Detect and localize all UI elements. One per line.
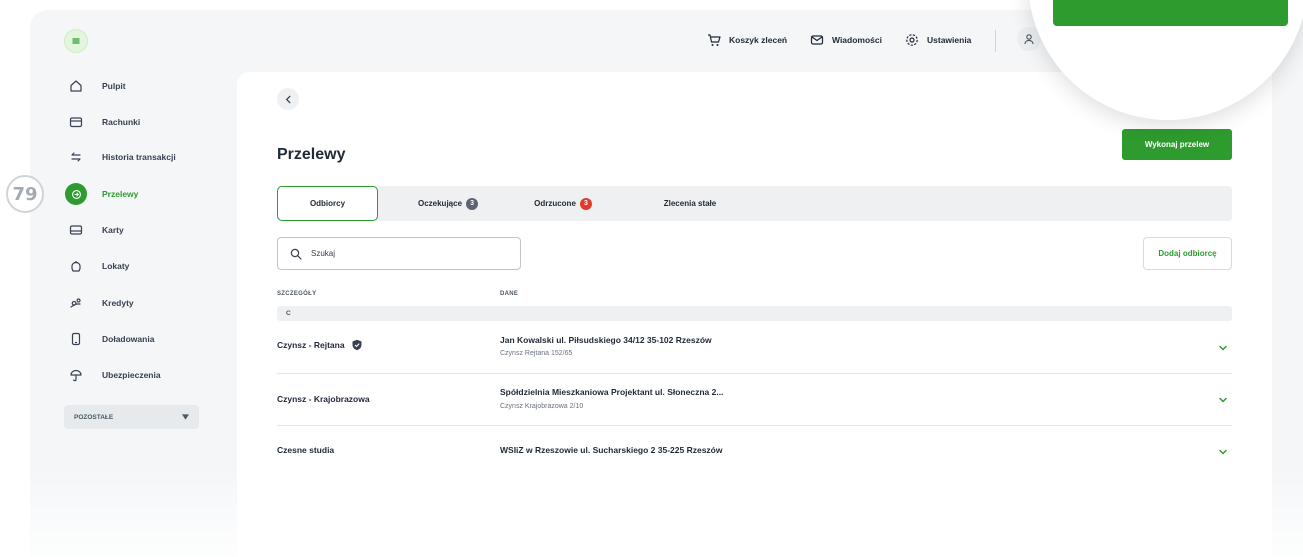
arrows-exchange-icon	[64, 146, 88, 168]
umbrella-icon	[64, 364, 88, 386]
sidebar-item-doladowania[interactable]: Doładowania	[64, 328, 154, 350]
magnified-button	[1053, 0, 1288, 26]
cart-icon	[708, 34, 721, 46]
sidebar-item-label: Kredyty	[102, 298, 134, 308]
group-header: C	[277, 306, 1232, 321]
cart-link[interactable]: Koszyk zleceń	[707, 30, 787, 50]
tabs-bar: Odbiorcy Oczekujące 3 Odrzucone 3 Zlecen…	[277, 186, 1232, 221]
tab-odrzucone[interactable]: Odrzucone 3	[515, 186, 611, 221]
sidebar-item-label: Ubezpieczenia	[102, 370, 161, 380]
tab-label: Odrzucone	[534, 199, 576, 208]
sidebar-item-pulpit[interactable]: Pulpit	[64, 75, 126, 97]
recipient-data: Spółdzielnia Mieszkaniowa Projektant ul.…	[500, 387, 724, 397]
tab-label: Odbiorcy	[309, 199, 346, 208]
recipient-title: Czynsz Rejtana 152/65	[500, 350, 573, 357]
make-transfer-button[interactable]: Wykonaj przelew	[1122, 129, 1232, 160]
search-input[interactable]: Szukaj	[277, 237, 521, 270]
recipient-data: Jan Kowalski ul. Piłsudskiego 34/12 35-1…	[500, 335, 712, 345]
search-placeholder: Szukaj	[311, 249, 336, 258]
tab-odbiorcy[interactable]: Odbiorcy	[277, 186, 378, 221]
settings-link[interactable]: Ustawienia	[905, 30, 971, 50]
tab-label: Zlecenia stałe	[663, 199, 717, 208]
add-recipient-button[interactable]: Dodaj odbiorcę	[1143, 237, 1232, 270]
sidebar-item-przelewy[interactable]: Przelewy	[64, 183, 138, 205]
sidebar-item-karty[interactable]: Karty	[64, 219, 124, 241]
wallet-icon	[64, 111, 88, 133]
back-button[interactable]	[277, 88, 299, 110]
sidebar-item-label: Doładowania	[102, 334, 155, 344]
user-icon	[1024, 34, 1034, 45]
sidebar-item-label: Lokaty	[102, 261, 130, 271]
envelope-icon	[810, 35, 824, 45]
sidebar-item-label: Pulpit	[102, 81, 126, 91]
table-row[interactable]: Czynsz - Krajobrazowa Spółdzielnia Miesz…	[277, 374, 1232, 426]
tab-oczekujace[interactable]: Oczekujące 3	[395, 186, 501, 221]
coins-icon	[64, 292, 88, 314]
column-header-details: SZCZEGÓŁY	[277, 291, 317, 297]
recipient-name: Czynsz - Krajobrazowa	[277, 394, 370, 404]
more-dropdown[interactable]: POZOSTAŁE	[64, 405, 199, 429]
tab-label: Oczekujące	[417, 199, 463, 208]
step-number-badge: 79	[6, 175, 44, 213]
search-icon	[290, 248, 302, 260]
sidebar-item-label: Rachunki	[102, 117, 141, 127]
page-title: Przelewy	[277, 146, 346, 163]
sidebar-item-label: Przelewy	[102, 189, 139, 199]
chevron-down-icon[interactable]	[1218, 395, 1228, 405]
recipient-name: Czesne studia	[277, 445, 335, 455]
caret-down-icon	[182, 414, 189, 420]
row-name: Czesne studia	[277, 445, 334, 455]
transfer-icon-wrap	[64, 183, 88, 205]
gear-icon	[906, 34, 918, 46]
table-row[interactable]: Czynsz - Rejtana Jan Kowalski ul. Piłsud…	[277, 322, 1232, 374]
home-icon	[64, 75, 88, 97]
nav-divider	[995, 30, 996, 52]
sidebar-item-label: Historia transakcji	[102, 152, 176, 162]
sidebar-item-historia[interactable]: Historia transakcji	[64, 146, 176, 168]
more-dropdown-label: POZOSTAŁE	[74, 413, 114, 421]
recipient-name: Czynsz - Rejtana	[277, 340, 345, 350]
chevron-left-icon	[285, 95, 290, 103]
phone-icon	[64, 328, 88, 350]
chevron-down-icon[interactable]	[1218, 447, 1228, 457]
table-row[interactable]: Czesne studia WSIiZ w Rzeszowie ul. Such…	[277, 426, 1232, 478]
sidebar-item-kredyty[interactable]: Kredyty	[64, 292, 134, 314]
sidebar-item-label: Karty	[102, 225, 124, 235]
settings-label: Ustawienia	[927, 35, 972, 45]
shield-check-icon	[352, 339, 362, 351]
sidebar-item-ubezpieczenia[interactable]: Ubezpieczenia	[64, 364, 161, 386]
transfer-arrow-icon	[65, 183, 87, 205]
row-name: Czynsz - Rejtana	[277, 339, 363, 351]
column-header-data: DANE	[500, 291, 519, 297]
messages-label: Wiadomości	[832, 35, 882, 45]
pending-count-badge: 3	[466, 197, 479, 210]
card-icon	[64, 219, 88, 241]
sidebar-item-lokaty[interactable]: Lokaty	[64, 255, 129, 277]
recipient-title: Czynsz Krajobrazowa 2/10	[500, 403, 584, 410]
rejected-count-badge: 3	[579, 197, 592, 210]
sidebar-item-rachunki[interactable]: Rachunki	[64, 111, 140, 133]
row-name: Czynsz - Krajobrazowa	[277, 394, 370, 404]
messages-link[interactable]: Wiadomości	[810, 30, 882, 50]
cart-label: Koszyk zleceń	[729, 35, 788, 45]
chevron-down-icon[interactable]	[1218, 343, 1228, 353]
tab-zlecenia-stale[interactable]: Zlecenia stałe	[641, 186, 739, 221]
piggy-bank-icon	[64, 255, 88, 277]
recipient-data: WSIiZ w Rzeszowie ul. Sucharskiego 2 35-…	[500, 445, 723, 455]
